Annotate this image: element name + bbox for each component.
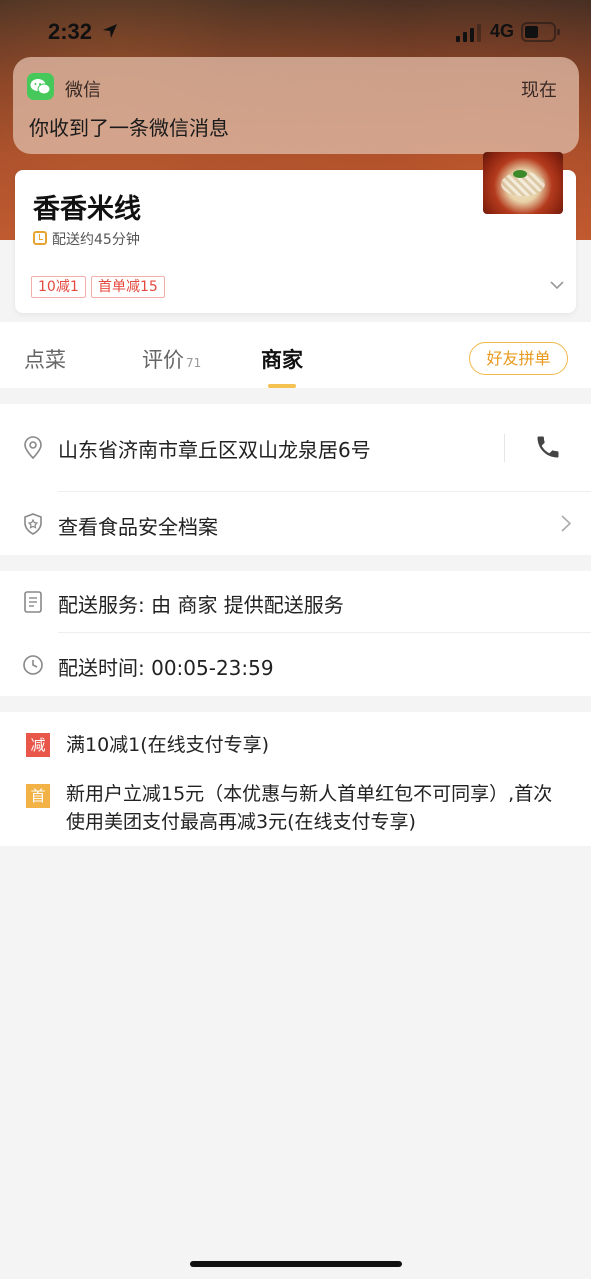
document-icon	[24, 591, 42, 613]
promo-tag: 首单减15	[91, 276, 165, 298]
group-order-button[interactable]: 好友拼单	[469, 342, 568, 375]
store-name: 香香米线	[33, 194, 141, 225]
promo-tag: 10减1	[31, 276, 86, 298]
chevron-down-icon[interactable]	[550, 280, 564, 290]
reviews-count: 71	[186, 356, 202, 370]
discounts-section: 减 满10减1(在线支付专享) 首 新用户立减15元（本优惠与新人首单红包不可同…	[0, 712, 591, 846]
signal-icon	[456, 24, 481, 42]
wechat-icon	[27, 73, 54, 100]
delivery-service-row: 配送服务: 由 商家 提供配送服务	[0, 571, 591, 633]
food-safety-row[interactable]: 查看食品安全档案	[0, 492, 591, 555]
tab-bar: 点菜 评价 71 商家 好友拼单	[0, 322, 591, 388]
notification-app-name: 微信	[65, 80, 101, 101]
food-safety-link: 查看食品安全档案	[58, 515, 218, 539]
home-indicator	[190, 1261, 402, 1267]
notification-time: 现在	[521, 80, 557, 101]
active-tab-indicator	[268, 384, 296, 388]
phone-icon[interactable]	[534, 433, 562, 461]
clock-icon	[33, 231, 47, 245]
tab-order[interactable]: 点菜	[24, 344, 66, 374]
discount-text: 满10减1(在线支付专享)	[66, 734, 270, 756]
network-type: 4G	[490, 21, 515, 41]
new-user-discount-text: 新用户立减15元（本优惠与新人首单红包不可同享）,首次使用美团支付最高再减3元(…	[66, 783, 553, 833]
store-thumbnail	[483, 152, 563, 214]
location-pin-icon	[24, 436, 42, 460]
address-row[interactable]: 山东省济南市章丘区双山龙泉居6号	[0, 404, 591, 492]
shield-icon	[24, 513, 42, 535]
delivery-time: 配送约45分钟	[52, 232, 140, 248]
divider	[504, 434, 505, 462]
notification-message: 你收到了一条微信消息	[29, 116, 229, 140]
status-bar: 2:32 4G	[0, 0, 591, 64]
delivery-service-text: 配送服务: 由 商家 提供配送服务	[58, 593, 344, 617]
merchant-address: 山东省济南市章丘区双山龙泉居6号	[58, 438, 371, 462]
delivery-hours-text: 配送时间: 00:05-23:59	[58, 656, 274, 680]
discount-badge: 减	[26, 733, 50, 757]
delivery-hours-row: 配送时间: 00:05-23:59	[0, 633, 591, 696]
tab-reviews[interactable]: 评价 71	[142, 344, 201, 374]
location-arrow-icon	[103, 24, 117, 38]
new-user-badge: 首	[26, 784, 50, 808]
status-time: 2:32	[48, 19, 93, 44]
wechat-notification[interactable]: 微信 现在 你收到了一条微信消息	[13, 57, 579, 154]
clock-icon	[23, 655, 43, 675]
tab-merchant[interactable]: 商家	[261, 344, 303, 374]
delivery-info-section: 配送服务: 由 商家 提供配送服务 配送时间: 00:05-23:59	[0, 571, 591, 696]
merchant-address-section: 山东省济南市章丘区双山龙泉居6号 查看食品安全档案	[0, 404, 591, 555]
battery-icon	[521, 22, 560, 42]
store-info-card[interactable]: 香香米线 配送约45分钟 10减1 首单减15	[15, 152, 576, 313]
chevron-right-icon	[561, 515, 571, 532]
